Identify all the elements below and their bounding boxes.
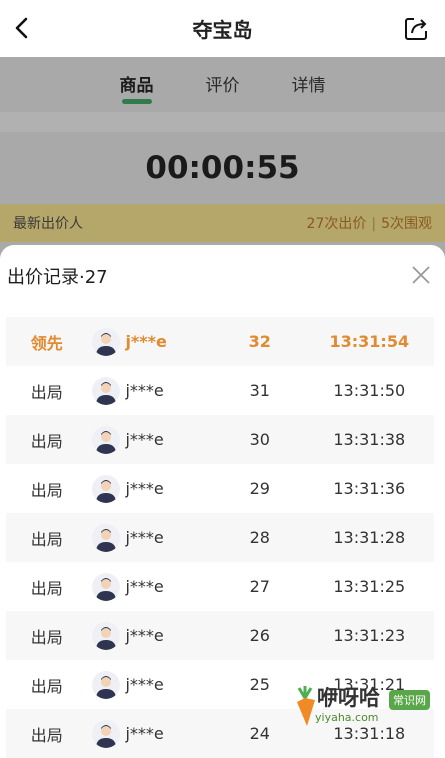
watermark: 咿呀哈 常识网 yiyaha.com [291,680,441,730]
bid-row: 出局 j***e 31 13:31:50 [6,366,434,415]
avatar [91,670,120,699]
back-icon[interactable] [8,14,36,42]
bid-time: 13:31:54 [329,332,410,351]
bid-amount: 31 [249,381,270,400]
sheet-title: 出价记录·27 [7,267,108,288]
bid-row: 领先 j***e 32 13:31:54 [6,317,434,366]
bid-row: 出局 j***e 27 13:31:25 [6,562,434,611]
bid-status: 出局 [30,431,63,451]
bid-status: 出局 [30,627,63,647]
avatar [91,523,120,552]
view-count: 5次围观 [381,216,432,232]
bidder-name: j***e [125,332,167,351]
avatar [91,719,120,748]
bid-time: 13:31:50 [333,381,406,400]
bidder-name: j***e [125,479,164,498]
bidder-name: j***e [125,577,164,596]
bid-row: 出局 j***e 30 13:31:38 [6,415,434,464]
bidder-name: j***e [125,626,164,645]
bid-time: 13:31:28 [333,528,406,547]
bid-amount: 29 [249,479,270,498]
avatar [91,621,120,650]
bid-status: 出局 [30,480,63,500]
bid-status: 出局 [30,578,63,598]
avatar [91,572,120,601]
bid-time: 13:31:25 [333,577,406,596]
tab-details[interactable]: 详情 [292,57,326,107]
watermark-badge: 常识网 [389,690,430,710]
tab-reviews[interactable]: 评价 [206,57,240,107]
countdown-timer: 00:00:55 [145,150,300,186]
bid-time: 13:31:23 [333,626,406,645]
bidder-name: j***e [125,724,164,743]
bid-row: 出局 j***e 28 13:31:28 [6,513,434,562]
bid-status: 出局 [30,676,63,696]
bid-row: 出局 j***e 29 13:31:36 [6,464,434,513]
bid-status: 领先 [30,333,63,353]
tab-goods[interactable]: 商品 [120,57,154,107]
bidder-name: j***e [125,430,164,449]
bid-amount: 28 [249,528,270,547]
bidder-name: j***e [125,528,164,547]
tab-bar: 商品 评价 详情 [0,57,445,107]
bidder-name: j***e [125,381,164,400]
avatar [91,376,120,405]
latest-bidder-label: 最新出价人 [13,216,83,232]
watermark-name: 咿呀哈 [317,686,380,710]
bid-time: 13:31:38 [333,430,406,449]
bid-amount: 26 [249,626,270,645]
bid-amount: 30 [249,430,270,449]
bid-status: 出局 [30,382,63,402]
bid-record-sheet: 出价记录·27 领先 j***e 32 13:31:54 出局 j***e 31 13:31:… [0,245,445,758]
avatar [91,327,120,356]
share-icon[interactable] [403,16,429,42]
page-title: 夺宝岛 [192,18,253,42]
avatar [91,474,120,503]
latest-bidder-bar[interactable]: 最新出价人 27次出价 | 5次围观 [0,204,445,242]
faint-info-row [0,112,445,132]
bid-count: 27次出价 [306,216,367,232]
bid-status: 出局 [30,529,63,549]
bidder-name: j***e [125,675,164,694]
avatar [91,425,120,454]
bid-amount: 27 [249,577,270,596]
bid-status: 出局 [30,725,63,745]
top-bar: 夺宝岛 [0,0,445,57]
bid-time: 13:31:36 [333,479,406,498]
bid-amount: 32 [248,332,271,351]
close-icon[interactable] [411,265,431,285]
bid-row: 出局 j***e 26 13:31:23 [6,611,434,660]
watermark-url: yiyaha.com [315,711,379,724]
